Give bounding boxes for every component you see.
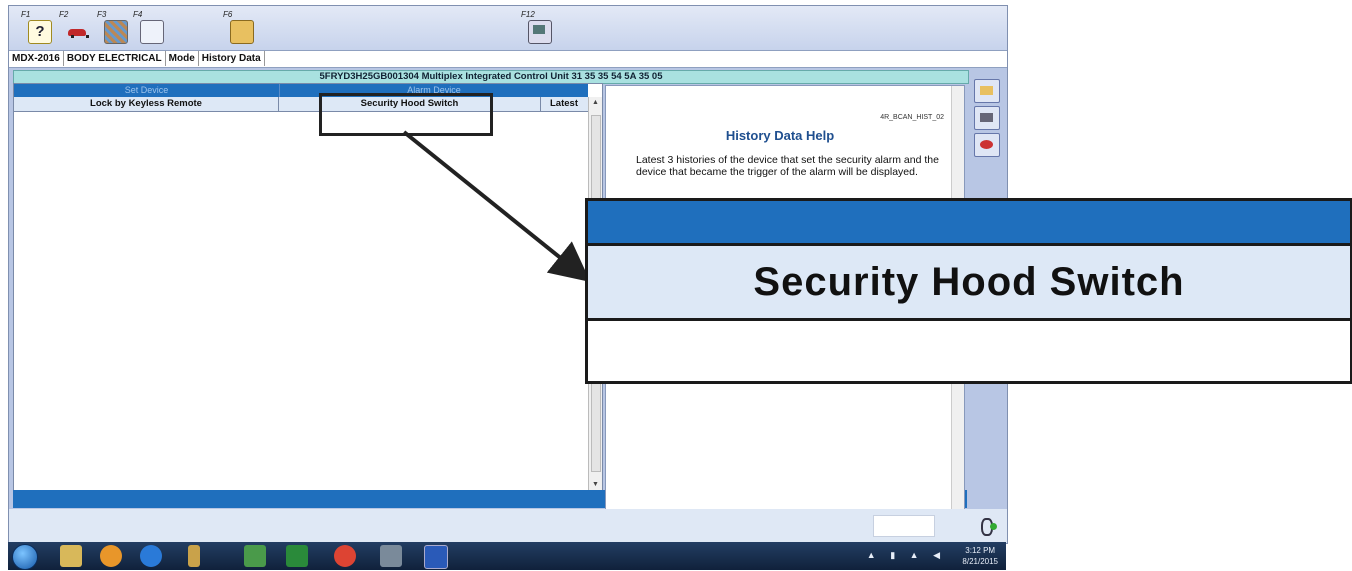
callout-label: Security Hood Switch [588, 246, 1350, 321]
callout-header-band [588, 201, 1350, 246]
zoom-callout: Security Hood Switch [585, 198, 1352, 384]
